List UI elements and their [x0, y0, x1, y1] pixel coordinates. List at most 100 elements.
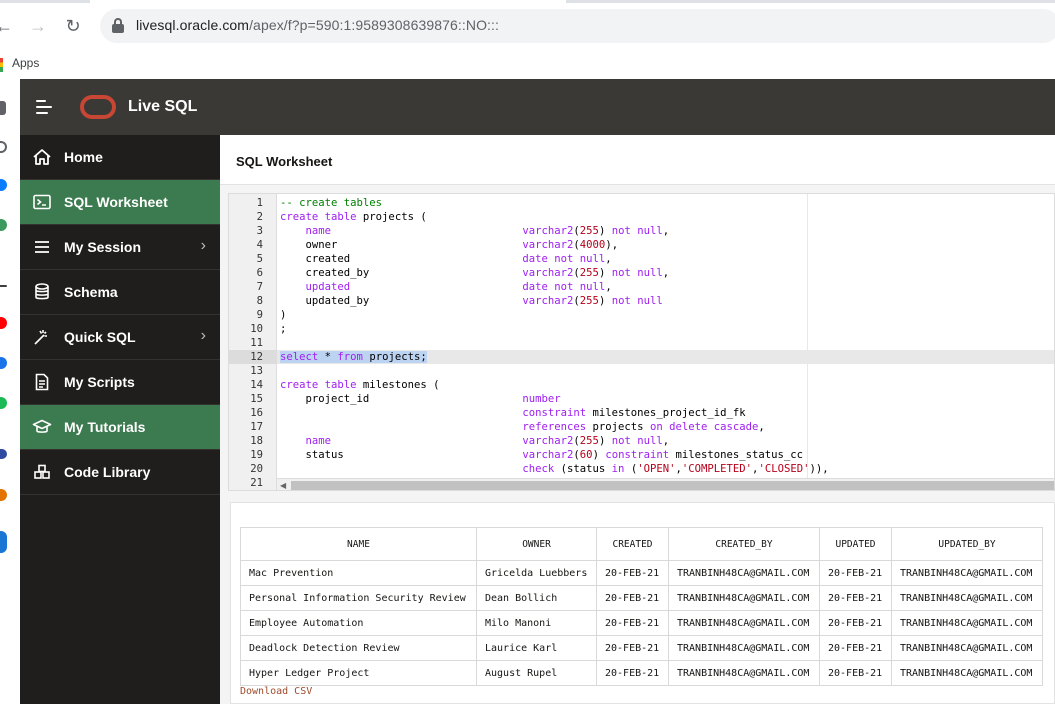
extension-green-icon[interactable] — [0, 219, 7, 231]
code-line[interactable]: 5 created date not null, — [229, 252, 1054, 266]
code-line[interactable]: 9) — [229, 308, 1054, 322]
magic-wand-icon — [34, 330, 47, 345]
reload-icon[interactable]: ↻ — [63, 16, 83, 36]
settings-icon[interactable] — [0, 101, 6, 115]
list-icon — [35, 241, 49, 253]
extension-orange-icon[interactable] — [0, 489, 7, 501]
column-header-name[interactable]: NAME — [240, 527, 477, 561]
table-row: Personal Information Security Review Dea… — [240, 585, 1043, 611]
code-line[interactable]: 6 created_by varchar2(255) not null, — [229, 266, 1054, 280]
app-title[interactable]: Live SQL — [128, 98, 197, 116]
youtube-icon[interactable] — [0, 317, 7, 329]
sidebar-item-label: Home — [64, 149, 103, 165]
code-line[interactable]: 13 — [229, 364, 1054, 378]
tab-strip — [0, 0, 1055, 3]
sidebar-item-label: SQL Worksheet — [64, 194, 168, 210]
code-line[interactable]: 15 project_id number — [229, 392, 1054, 406]
table-header-row: NAME OWNER CREATED CREATED_BY UPDATED UP… — [240, 527, 1043, 561]
active-tab[interactable] — [90, 0, 566, 3]
cell-created: 20-FEB-21 — [596, 610, 669, 636]
back-icon[interactable]: ← — [0, 16, 14, 36]
download-csv-link[interactable]: Download CSV — [240, 686, 312, 697]
menu-icon[interactable] — [36, 100, 52, 114]
lock-icon[interactable] — [112, 18, 124, 33]
code-line[interactable]: 8 updated_by varchar2(255) not null — [229, 294, 1054, 308]
document-icon — [35, 373, 49, 391]
sidebar-item-schema[interactable]: Schema — [20, 270, 220, 315]
code-line[interactable]: 3 name varchar2(255) not null, — [229, 224, 1054, 238]
scrollbar-thumb[interactable] — [291, 481, 1054, 490]
url-text[interactable]: livesql.oracle.com/apex/f?p=590:1:958930… — [136, 17, 499, 33]
cell-created: 20-FEB-21 — [596, 635, 669, 661]
sidebar-item-label: My Session — [64, 239, 142, 255]
cell-updated: 20-FEB-21 — [819, 635, 892, 661]
editor-horizontal-scrollbar[interactable]: ◀ — [277, 478, 1054, 490]
cell-owner: Laurice Karl — [476, 635, 597, 661]
cell-owner: August Rupel — [476, 660, 597, 686]
cell-created-by: TRANBINH48CA@GMAIL.COM — [668, 610, 820, 636]
cell-updated-by: TRANBINH48CA@GMAIL.COM — [891, 610, 1043, 636]
bookmarks-bar: Apps — [0, 52, 1055, 79]
code-line[interactable]: 7 updated date not null, — [229, 280, 1054, 294]
sidebar: Home SQL Worksheet My Session › Schema Q… — [20, 135, 220, 704]
code-line[interactable]: 17 references projects on delete cascade… — [229, 420, 1054, 434]
database-icon — [35, 283, 49, 300]
messenger-icon[interactable] — [0, 179, 7, 191]
sidebar-item-my-session[interactable]: My Session › — [20, 225, 220, 270]
cell-updated-by: TRANBINH48CA@GMAIL.COM — [891, 635, 1043, 661]
code-line-active[interactable]: 12 select * from projects; — [229, 350, 1054, 364]
code-line[interactable]: 18 name varchar2(255) not null, — [229, 434, 1054, 448]
building-blocks-icon — [34, 464, 50, 479]
column-header-owner[interactable]: OWNER — [476, 527, 597, 561]
column-header-updated[interactable]: UPDATED — [819, 527, 892, 561]
sidebar-item-home[interactable]: Home — [20, 135, 220, 180]
sidebar-item-my-scripts[interactable]: My Scripts — [20, 360, 220, 405]
cell-name: Employee Automation — [240, 610, 477, 636]
chevron-right-icon[interactable]: › — [201, 327, 206, 345]
bookmark-apps[interactable]: Apps — [12, 56, 39, 70]
code-line[interactable]: 20 check (status in ('OPEN','COMPLETED',… — [229, 462, 1054, 476]
extension-v-icon[interactable] — [0, 449, 7, 459]
minus-icon[interactable] — [0, 285, 7, 287]
table-row: Mac Prevention Gricelda Luebbers 20-FEB-… — [240, 560, 1043, 586]
sidebar-item-sql-worksheet[interactable]: SQL Worksheet — [20, 180, 220, 225]
address-bar[interactable]: livesql.oracle.com/apex/f?p=590:1:958930… — [100, 9, 1055, 43]
column-header-created-by[interactable]: CREATED_BY — [668, 527, 820, 561]
main-content: SQL Worksheet 1 -- create tables 2 create … — [220, 135, 1055, 704]
scroll-left-icon[interactable]: ◀ — [280, 479, 286, 490]
chevron-right-icon[interactable]: › — [201, 237, 206, 255]
sidebar-item-label: My Tutorials — [64, 419, 146, 435]
column-header-created[interactable]: CREATED — [596, 527, 669, 561]
cell-created-by: TRANBINH48CA@GMAIL.COM — [668, 660, 820, 686]
spotify-icon[interactable] — [0, 397, 7, 409]
code-line[interactable]: 2 create table projects ( — [229, 210, 1054, 224]
column-header-updated-by[interactable]: UPDATED_BY — [891, 527, 1043, 561]
sidebar-item-my-tutorials[interactable]: My Tutorials — [20, 405, 220, 450]
apps-grid-icon[interactable] — [0, 58, 3, 72]
cell-name: Hyper Ledger Project — [240, 660, 477, 686]
sidebar-item-quick-sql[interactable]: Quick SQL › — [20, 315, 220, 360]
browser-toolbar: ← → ↻ livesql.oracle.com/apex/f?p=590:1:… — [0, 0, 1055, 52]
code-line[interactable]: 14 create table milestones ( — [229, 378, 1054, 392]
sidebar-item-label: My Scripts — [64, 374, 135, 390]
cell-created: 20-FEB-21 — [596, 660, 669, 686]
code-editor[interactable]: 1 -- create tables 2 create table projects… — [228, 193, 1055, 491]
code-line[interactable]: 4 owner varchar2(4000), — [229, 238, 1054, 252]
cell-owner: Dean Bollich — [476, 585, 597, 611]
code-line[interactable]: 19 status varchar2(60) constraint milest… — [229, 448, 1054, 462]
code-line[interactable]: 16 constraint milestones_project_id_fk — [229, 406, 1054, 420]
sidebar-item-code-library[interactable]: Code Library — [20, 450, 220, 495]
page-title: SQL Worksheet — [236, 154, 333, 169]
extension-badge-icon[interactable] — [0, 531, 7, 553]
code-line[interactable]: 10; — [229, 322, 1054, 336]
app-header: Live SQL — [20, 79, 1055, 135]
cell-name: Personal Information Security Review — [240, 585, 477, 611]
extension-blue-icon[interactable] — [0, 357, 7, 369]
cell-updated-by: TRANBINH48CA@GMAIL.COM — [891, 560, 1043, 586]
oracle-logo[interactable] — [80, 95, 116, 119]
forward-icon[interactable]: → — [28, 16, 48, 36]
clock-icon[interactable] — [0, 141, 7, 153]
code-line[interactable]: 11 — [229, 336, 1054, 350]
results-table: NAME OWNER CREATED CREATED_BY UPDATED UP… — [240, 527, 1043, 686]
code-line[interactable]: 1 -- create tables — [229, 196, 1054, 210]
